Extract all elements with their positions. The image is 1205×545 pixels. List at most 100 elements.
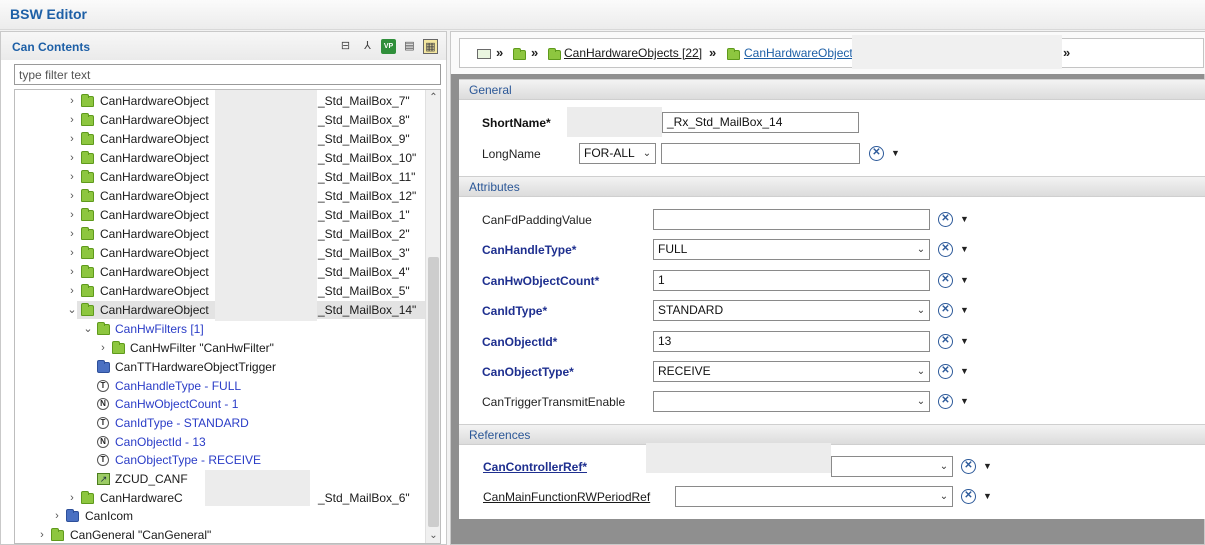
- expand-icon[interactable]: ›: [67, 187, 77, 205]
- canobjecttype-select[interactable]: RECEIVE ⌄: [653, 361, 930, 382]
- tree-item[interactable]: T CanHandleType - FULL: [15, 377, 425, 395]
- filter-input[interactable]: [14, 64, 441, 85]
- expand-icon[interactable]: ›: [67, 111, 77, 129]
- dropdown-caret-icon[interactable]: ▼: [983, 491, 992, 501]
- text-param-icon: T: [97, 380, 109, 392]
- expand-icon[interactable]: ›: [67, 244, 77, 262]
- tree-item[interactable]: › CanGeneral "CanGeneral": [15, 526, 425, 543]
- folder-icon: [97, 322, 110, 335]
- scroll-down-icon[interactable]: ⌄: [426, 528, 440, 543]
- expand-icon[interactable]: ›: [37, 526, 47, 543]
- expand-icon[interactable]: ›: [52, 507, 62, 525]
- clear-x-icon[interactable]: ✕: [938, 212, 953, 227]
- expand-icon[interactable]: ›: [67, 206, 77, 224]
- expand-icon[interactable]: ›: [67, 263, 77, 281]
- tree-item-label: CanHardwareObject: [100, 284, 209, 298]
- expand-icon[interactable]: ›: [67, 168, 77, 186]
- section-general[interactable]: General: [459, 79, 1205, 100]
- hierarchy-icon[interactable]: ⅄: [360, 39, 375, 54]
- expand-icon[interactable]: ›: [67, 92, 77, 110]
- field-label: CanIdType*: [482, 304, 548, 318]
- clear-x-icon[interactable]: ✕: [938, 303, 953, 318]
- field-label[interactable]: CanMainFunctionRWPeriodRef: [483, 490, 650, 504]
- panel-header: Can Contents ⊟ ⅄ VP ▤ ▦: [1, 32, 446, 60]
- tree-item[interactable]: › CanHwFilter "CanHwFilter": [15, 339, 425, 357]
- cantriggertransmitenable-select[interactable]: ⌄: [653, 391, 930, 412]
- field-label: CanObjectType*: [482, 365, 574, 379]
- collapse-icon[interactable]: ⌄: [83, 320, 93, 338]
- vp-icon[interactable]: VP: [381, 39, 396, 54]
- canobjectid-field[interactable]: 13: [653, 331, 930, 352]
- root-icon[interactable]: [477, 49, 491, 59]
- dropdown-caret-icon[interactable]: ▼: [983, 461, 992, 471]
- canmainfunctionrwperiodref-select[interactable]: ⌄: [675, 486, 953, 507]
- separator-icon: »: [496, 45, 504, 60]
- redacted-area: [852, 35, 1062, 69]
- folder-icon: [81, 151, 94, 164]
- dropdown-caret-icon[interactable]: ▼: [960, 275, 969, 285]
- tree-item[interactable]: N CanObjectId - 13: [15, 433, 425, 451]
- clear-x-icon[interactable]: ✕: [938, 334, 953, 349]
- field-label[interactable]: CanControllerRef*: [483, 460, 587, 474]
- expand-icon[interactable]: ›: [67, 489, 77, 507]
- shortname-field[interactable]: _Rx_Std_MailBox_14: [662, 112, 859, 133]
- section-attributes[interactable]: Attributes: [459, 176, 1205, 197]
- dropdown-caret-icon[interactable]: ▼: [960, 396, 969, 406]
- redacted-area: [205, 470, 310, 506]
- layout-icon[interactable]: ▦: [423, 39, 438, 54]
- expand-icon[interactable]: ›: [67, 282, 77, 300]
- window-title: BSW Editor: [10, 6, 87, 22]
- clear-x-icon[interactable]: ✕: [961, 459, 976, 474]
- clear-x-icon[interactable]: ✕: [961, 489, 976, 504]
- scroll-thumb[interactable]: [428, 257, 439, 527]
- field-label: CanObjectId*: [482, 335, 558, 349]
- dropdown-caret-icon[interactable]: ▼: [960, 214, 969, 224]
- dropdown-caret-icon[interactable]: ▼: [960, 305, 969, 315]
- tree-item[interactable]: CanTTHardwareObjectTrigger: [15, 358, 425, 376]
- document-icon[interactable]: ▤: [402, 39, 417, 54]
- longname-field[interactable]: [661, 143, 860, 164]
- folder-icon[interactable]: [513, 48, 526, 60]
- clear-x-icon[interactable]: ✕: [938, 364, 953, 379]
- dropdown-caret-icon[interactable]: ▼: [891, 148, 900, 158]
- chevron-down-icon: ⌄: [939, 461, 949, 472]
- folder-icon: [81, 303, 94, 316]
- breadcrumb-link[interactable]: CanHardwareObjects [22]: [564, 46, 702, 60]
- clear-x-icon[interactable]: ✕: [869, 146, 884, 161]
- vertical-scrollbar[interactable]: ⌃ ⌄: [425, 90, 440, 543]
- tree-item-label: CanHandleType - FULL: [115, 379, 242, 393]
- tree-item[interactable]: › CanIcom: [15, 507, 425, 525]
- collapse-icon[interactable]: ⌄: [67, 301, 77, 319]
- section-references[interactable]: References: [459, 424, 1205, 445]
- clear-x-icon[interactable]: ✕: [938, 394, 953, 409]
- collapse-all-icon[interactable]: ⊟: [338, 39, 353, 54]
- dropdown-caret-icon[interactable]: ▼: [960, 244, 969, 254]
- tree-item[interactable]: T CanObjectType - RECEIVE: [15, 451, 425, 469]
- tree-item[interactable]: T CanIdType - STANDARD: [15, 414, 425, 432]
- folder-icon[interactable]: [548, 48, 561, 60]
- tree-item-label: CanIdType - STANDARD: [115, 416, 249, 430]
- dropdown-caret-icon[interactable]: ▼: [960, 336, 969, 346]
- canidtype-select[interactable]: STANDARD ⌄: [653, 300, 930, 321]
- cancontrollerref-select[interactable]: ⌄: [831, 456, 953, 477]
- clear-x-icon[interactable]: ✕: [938, 242, 953, 257]
- field-label: CanFdPaddingValue: [482, 213, 592, 227]
- breadcrumb-link[interactable]: CanHardwareObject: [744, 46, 853, 60]
- language-select[interactable]: FOR-ALL ⌄: [579, 143, 656, 164]
- tree-item-tail: _Std_MailBox_14": [318, 303, 417, 317]
- expand-icon[interactable]: ›: [67, 225, 77, 243]
- expand-icon[interactable]: ›: [67, 130, 77, 148]
- expand-icon[interactable]: ›: [67, 149, 77, 167]
- scroll-up-icon[interactable]: ⌃: [426, 90, 440, 105]
- canhwobjectcount-field[interactable]: 1: [653, 270, 930, 291]
- clear-x-icon[interactable]: ✕: [938, 273, 953, 288]
- dropdown-caret-icon[interactable]: ▼: [960, 366, 969, 376]
- folder-icon[interactable]: [727, 48, 740, 60]
- tree-item[interactable]: N CanHwObjectCount - 1: [15, 395, 425, 413]
- expand-icon[interactable]: ›: [98, 339, 108, 357]
- canfdpaddingvalue-field[interactable]: [653, 209, 930, 230]
- canhandletype-select[interactable]: FULL ⌄: [653, 239, 930, 260]
- folder-icon: [81, 170, 94, 183]
- tree-item[interactable]: ⌄ CanHwFilters [1]: [15, 320, 425, 338]
- number-param-icon: N: [97, 398, 109, 410]
